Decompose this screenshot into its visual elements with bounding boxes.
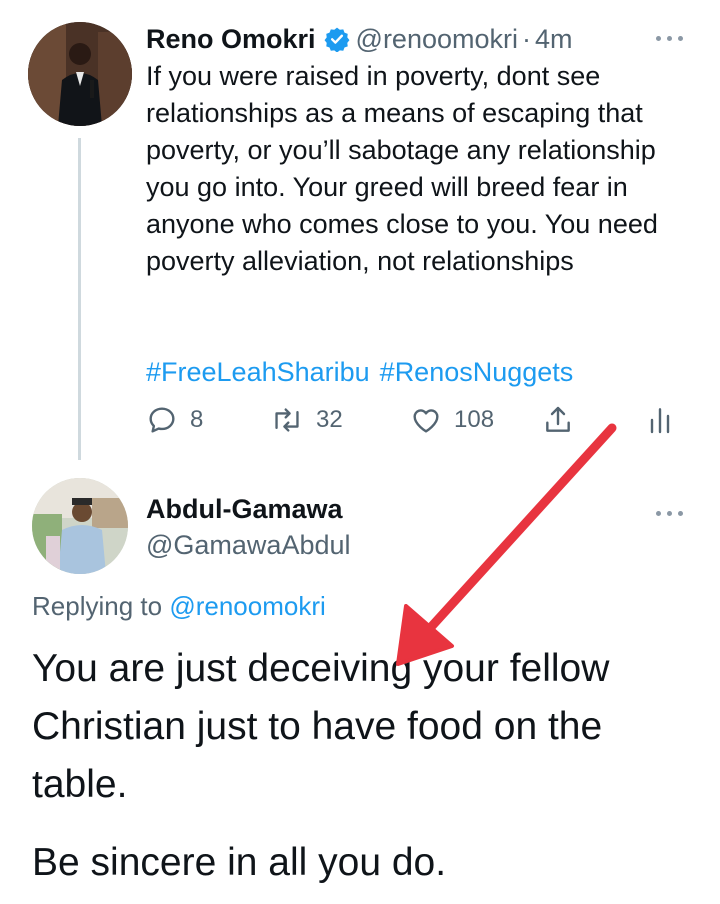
- retweet-icon: [275, 408, 299, 432]
- author-name[interactable]: Reno Omokri: [146, 24, 316, 55]
- like-button[interactable]: 108: [410, 400, 494, 440]
- reply-count: 8: [190, 406, 204, 433]
- share-button[interactable]: [542, 400, 574, 440]
- reply-author-handle[interactable]: @GamawaAbdul: [146, 530, 351, 561]
- verified-badge-icon: [324, 26, 350, 53]
- tweet-body: If you were raised in poverty, dont see …: [146, 61, 658, 276]
- hashtag-row: #FreeLeahSharibu #RenosNuggets: [146, 354, 583, 391]
- replying-to-line: Replying to @renoomokri: [32, 591, 326, 622]
- analytics-button[interactable]: [648, 400, 672, 440]
- reply-icon: [149, 407, 175, 433]
- retweet-count: 32: [316, 406, 343, 433]
- separator-dot: ·: [522, 23, 531, 54]
- tweet-header: Reno Omokri @renoomokri · 4m: [146, 22, 573, 56]
- reply-body-second-paragraph: Be sincere in all you do.: [32, 841, 447, 884]
- author-handle[interactable]: @renoomokri: [356, 24, 518, 55]
- tweet-action-bar: 8 32 108: [146, 400, 686, 440]
- replying-to-mention[interactable]: @renoomokri: [169, 591, 325, 621]
- retweet-button[interactable]: 32: [270, 400, 343, 440]
- hashtag-link[interactable]: #FreeLeahSharibu: [146, 357, 370, 387]
- author-avatar[interactable]: [28, 22, 132, 126]
- reply-button[interactable]: 8: [146, 400, 203, 440]
- thread-connector-line: [78, 138, 81, 460]
- like-count: 108: [454, 406, 495, 433]
- replying-to-label: Replying to: [32, 591, 163, 621]
- more-options-icon[interactable]: [656, 508, 686, 518]
- hashtag-link[interactable]: #RenosNuggets: [380, 357, 574, 387]
- tweet-timestamp[interactable]: 4m: [535, 24, 573, 55]
- share-icon: [546, 406, 570, 432]
- reply-body: You are just deceiving your fellow Chris…: [32, 647, 610, 806]
- like-icon: [413, 409, 439, 433]
- reply-author-name[interactable]: Abdul-Gamawa: [146, 494, 343, 525]
- reply-author-avatar[interactable]: [32, 478, 128, 574]
- analytics-icon: [650, 408, 670, 434]
- more-options-icon[interactable]: [656, 33, 686, 43]
